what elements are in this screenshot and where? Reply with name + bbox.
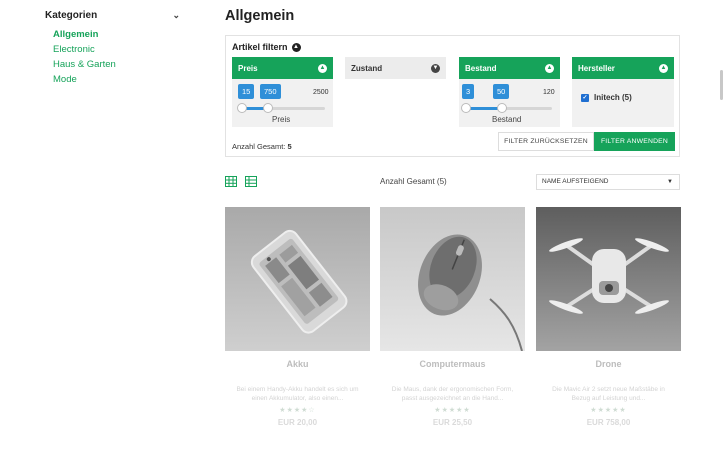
product-rating: ★★★★★ bbox=[590, 407, 627, 414]
apply-filter-button[interactable]: FILTER ANWENDEN bbox=[594, 132, 675, 151]
chevron-up-icon: ▲ bbox=[659, 63, 668, 73]
price-range-max: 2500 bbox=[313, 89, 329, 96]
sort-select[interactable]: NAME AUFSTEIGEND ▼ bbox=[536, 174, 680, 190]
facet-condition-header[interactable]: Zustand ▼ bbox=[345, 57, 446, 79]
chevron-up-icon: ▲ bbox=[545, 63, 554, 73]
price-min-handle[interactable] bbox=[237, 103, 247, 113]
category-item-mode[interactable]: Mode bbox=[53, 72, 180, 87]
facet-condition: Zustand ▼ bbox=[345, 57, 446, 79]
product-rating: ★★★★★ bbox=[434, 407, 471, 414]
category-list: Allgemein Electronic Haus & Garten Mode bbox=[45, 27, 180, 87]
listing-total: Anzahl Gesamt (5) bbox=[380, 177, 447, 186]
product-name[interactable]: Computermaus bbox=[380, 359, 525, 369]
product-image-computermaus[interactable] bbox=[380, 207, 525, 351]
product-price: EUR 25,50 bbox=[432, 418, 473, 427]
facet-stock: Bestand ▲ 3 50 120 Bestand bbox=[459, 57, 560, 127]
product-name[interactable]: Akku bbox=[225, 359, 370, 369]
product-card-akku[interactable]: Akku Bei einem Handy-Akku handelt es sic… bbox=[225, 207, 370, 427]
stock-slider-label: Bestand bbox=[492, 115, 522, 124]
chevron-up-icon: ▲ bbox=[318, 63, 327, 73]
facet-manufacturer-header[interactable]: Hersteller ▲ bbox=[572, 57, 674, 79]
price-min-bubble: 15 bbox=[238, 84, 255, 99]
price-max-handle[interactable] bbox=[263, 103, 273, 113]
reset-filter-button[interactable]: FILTER ZURÜCKSETZEN bbox=[498, 132, 594, 151]
filter-toggle[interactable]: Artikel filtern ▲ bbox=[232, 42, 301, 52]
filter-title-label: Artikel filtern bbox=[232, 42, 288, 52]
filter-total-value: 5 bbox=[287, 142, 292, 151]
grid-view-icon[interactable] bbox=[225, 176, 237, 187]
product-card-computermaus[interactable]: Computermaus Die Maus, dank der ergonomi… bbox=[380, 207, 525, 427]
page-title: Allgemein bbox=[225, 8, 295, 24]
product-image-drone[interactable] bbox=[536, 207, 681, 351]
category-title: Kategorien bbox=[45, 9, 98, 21]
list-view-icon[interactable] bbox=[245, 176, 257, 187]
mouse-icon bbox=[418, 234, 523, 351]
category-item-haus-garten[interactable]: Haus & Garten bbox=[53, 57, 180, 72]
filter-panel: Artikel filtern ▲ Preis ▲ 15 750 2500 Pr… bbox=[225, 35, 680, 157]
product-price: EUR 20,00 bbox=[277, 418, 318, 427]
view-toggle bbox=[225, 176, 257, 187]
filter-total: Anzahl Gesamt: 5 bbox=[232, 142, 292, 151]
facet-condition-label: Zustand bbox=[351, 63, 383, 73]
stock-max-bubble: 50 bbox=[493, 84, 510, 99]
category-item-allgemein[interactable]: Allgemein bbox=[53, 27, 180, 42]
stock-min-bubble: 3 bbox=[462, 84, 475, 99]
price-max-bubble: 750 bbox=[260, 84, 281, 99]
category-sidebar: Kategorien ⌄ Allgemein Electronic Haus &… bbox=[45, 8, 180, 87]
product-card-drone[interactable]: Drone Die Mavic Air 2 setzt neue Maßstäb… bbox=[536, 207, 681, 427]
facet-price-label: Preis bbox=[238, 63, 258, 73]
facet-stock-header[interactable]: Bestand ▲ bbox=[459, 57, 560, 79]
stock-range-max: 120 bbox=[543, 89, 555, 96]
stock-max-handle[interactable] bbox=[497, 103, 507, 113]
page-scrollbar[interactable] bbox=[720, 70, 723, 100]
caret-down-icon: ▼ bbox=[667, 179, 673, 185]
checkbox-checked-icon[interactable]: ✓ bbox=[581, 93, 589, 102]
phone-icon bbox=[250, 229, 348, 334]
category-item-electronic[interactable]: Electronic bbox=[53, 42, 180, 57]
facet-price-header[interactable]: Preis ▲ bbox=[232, 57, 333, 79]
facet-stock-label: Bestand bbox=[465, 63, 497, 73]
product-name[interactable]: Drone bbox=[536, 359, 681, 369]
chevron-up-icon: ▲ bbox=[291, 42, 301, 52]
price-slider-label: Preis bbox=[272, 115, 291, 124]
stock-slider[interactable]: 3 50 120 Bestand bbox=[459, 79, 560, 127]
manufacturer-option[interactable]: ✓ Initech (5) bbox=[572, 79, 674, 102]
product-description: Die Mavic Air 2 setzt neue Maßstäbe in B… bbox=[552, 386, 665, 402]
chevron-down-icon: ▼ bbox=[431, 63, 440, 73]
product-rating: ★★★★☆ bbox=[279, 407, 316, 414]
filter-total-label: Anzahl Gesamt: bbox=[232, 142, 286, 151]
product-description: Die Maus, dank der ergonomischen Form, p… bbox=[391, 386, 514, 402]
drone-icon bbox=[549, 238, 669, 314]
stock-min-handle[interactable] bbox=[461, 103, 471, 113]
category-header[interactable]: Kategorien ⌄ bbox=[45, 8, 180, 22]
chevron-down-icon[interactable]: ⌄ bbox=[172, 10, 180, 21]
facet-price: Preis ▲ 15 750 2500 Preis bbox=[232, 57, 333, 127]
manufacturer-option-label: Initech (5) bbox=[594, 93, 632, 102]
facet-manufacturer-label: Hersteller bbox=[578, 63, 615, 73]
facet-manufacturer: Hersteller ▲ ✓ Initech (5) bbox=[572, 57, 674, 127]
product-description: Bei einem Handy-Akku handelt es sich um … bbox=[236, 386, 359, 402]
product-image-akku[interactable] bbox=[225, 207, 370, 351]
sort-select-value: NAME AUFSTEIGEND bbox=[542, 178, 609, 185]
product-price: EUR 758,00 bbox=[586, 418, 631, 427]
price-slider[interactable]: 15 750 2500 Preis bbox=[232, 79, 333, 127]
